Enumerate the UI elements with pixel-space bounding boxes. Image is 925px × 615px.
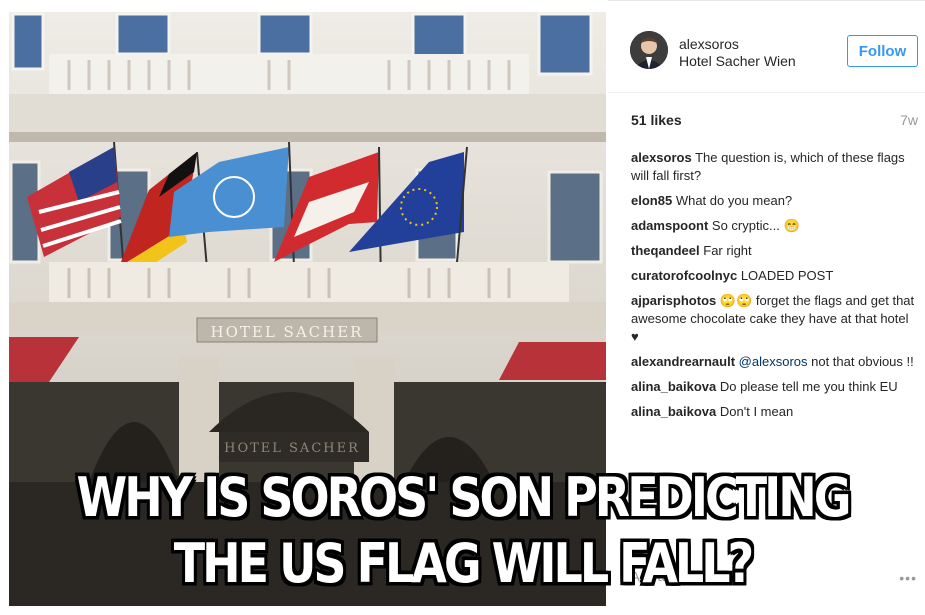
hotel-sign-bottom: HOTEL SACHER	[224, 441, 360, 456]
comment: alexsoros The question is, which of thes…	[631, 149, 919, 185]
comment-text: What do you mean?	[675, 193, 793, 208]
likes-count[interactable]: 51 likes	[631, 112, 682, 128]
comment: curatorofcoolnyc LOADED POST	[631, 267, 919, 285]
profile-avatar-icon	[630, 31, 668, 69]
comment-username[interactable]: alina_baikova	[631, 379, 716, 394]
comment-text: LOADED POST	[740, 268, 834, 283]
meme-caption-line-2: THE US FLAG WILL FALL?	[173, 531, 754, 595]
comment: elon85 What do you mean?	[631, 192, 919, 210]
comment-text: Do please tell me you think EU	[719, 379, 898, 394]
comment: theqandeel Far right	[631, 242, 919, 260]
comment-mention[interactable]: @alexsoros	[739, 354, 808, 369]
meme-caption-line-1: WHY IS SOROS' SON PREDICTING	[76, 465, 852, 529]
post-age: 7w	[900, 112, 918, 128]
comment: alina_baikova Don't I mean	[631, 403, 919, 421]
comment: ajparisphotos 🙄🙄 forget the flags and ge…	[631, 292, 919, 346]
comment-username[interactable]: theqandeel	[631, 243, 700, 258]
post-location[interactable]: Hotel Sacher Wien	[679, 53, 796, 69]
comment: alina_baikova Do please tell me you thin…	[631, 378, 919, 396]
comment-username[interactable]: ajparisphotos	[631, 293, 716, 308]
comment-username[interactable]: adamspoont	[631, 218, 708, 233]
comment-username[interactable]: curatorofcoolnyc	[631, 268, 737, 283]
comments-list: alexsoros The question is, which of thes…	[631, 149, 919, 428]
post-username[interactable]: alexsoros	[679, 36, 739, 52]
hotel-sign-top: HOTEL SACHER	[211, 323, 364, 341]
comment-username[interactable]: alexsoros	[631, 150, 692, 165]
comment-text: not that obvious !!	[807, 354, 914, 369]
follow-button[interactable]: Follow	[847, 35, 918, 67]
comment-text: Far right	[703, 243, 752, 258]
comment: alexandrearnault @alexsoros not that obv…	[631, 353, 919, 371]
comment-username[interactable]: alina_baikova	[631, 404, 716, 419]
comment: adamspoont So cryptic... 😁	[631, 217, 919, 235]
comment-text: Don't I mean	[719, 404, 794, 419]
comment-text: So cryptic... 😁	[711, 218, 800, 233]
post-header: alexsoros Hotel Sacher Wien Follow	[608, 1, 925, 93]
comment-username[interactable]: elon85	[631, 193, 672, 208]
comment-username[interactable]: alexandrearnault	[631, 354, 735, 369]
avatar[interactable]	[630, 31, 668, 69]
